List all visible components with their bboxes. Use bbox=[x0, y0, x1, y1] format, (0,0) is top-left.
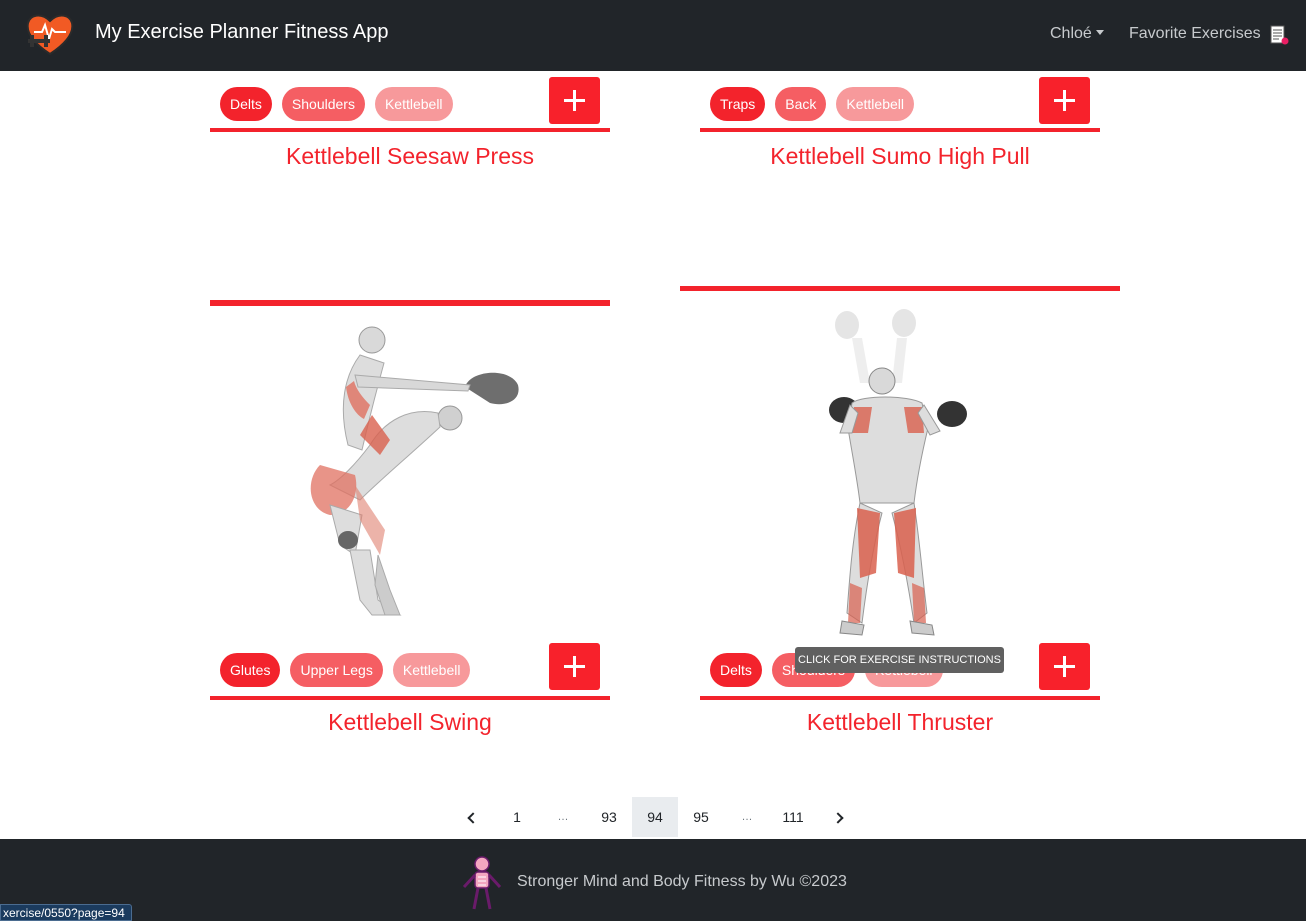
exercise-title[interactable]: Kettlebell Thruster bbox=[700, 709, 1100, 736]
footer: Stronger Mind and Body Fitness by Wu ©20… bbox=[0, 839, 1306, 921]
exercise-card: Delts Shoulders Kettlebell Kettlebell Se… bbox=[210, 77, 610, 197]
user-dropdown[interactable]: Chloé bbox=[1050, 25, 1104, 43]
divider bbox=[210, 696, 610, 700]
page-link-current[interactable]: 94 bbox=[632, 797, 678, 837]
add-favorite-button[interactable] bbox=[1039, 643, 1090, 690]
divider bbox=[700, 696, 1100, 700]
page-ellipsis: … bbox=[557, 811, 569, 823]
divider bbox=[210, 128, 610, 132]
muscle-tags: Glutes Upper Legs Kettlebell bbox=[220, 653, 471, 687]
tag-target[interactable]: Delts bbox=[710, 653, 762, 687]
exercise-illustration[interactable] bbox=[300, 315, 530, 625]
exercise-title[interactable]: Kettlebell Swing bbox=[210, 709, 610, 736]
add-favorite-button[interactable] bbox=[549, 643, 600, 690]
add-favorite-button[interactable] bbox=[549, 77, 600, 124]
add-favorite-button[interactable] bbox=[1039, 77, 1090, 124]
tag-body-part[interactable]: Back bbox=[775, 87, 827, 121]
skeleton-figure-icon bbox=[462, 856, 502, 910]
exercise-card: Glutes Upper Legs Kettlebell Kettlebell … bbox=[210, 643, 610, 753]
exercise-title[interactable]: Kettlebell Seesaw Press bbox=[210, 143, 610, 170]
chevron-left-icon bbox=[466, 812, 479, 824]
top-navbar: My Exercise Planner Fitness App Chloé Fa… bbox=[0, 0, 1306, 71]
page-link[interactable]: 93 bbox=[586, 797, 632, 837]
previous-page-button[interactable] bbox=[448, 797, 494, 837]
exercise-title[interactable]: Kettlebell Sumo High Pull bbox=[700, 143, 1100, 170]
page-link[interactable]: 1 bbox=[494, 797, 540, 837]
user-name: Chloé bbox=[1050, 25, 1092, 42]
exercise-card: Traps Back Kettlebell Kettlebell Sumo Hi… bbox=[700, 77, 1100, 197]
tag-equipment[interactable]: Kettlebell bbox=[374, 87, 453, 121]
tag-equipment[interactable]: Kettlebell bbox=[392, 653, 471, 687]
divider bbox=[700, 128, 1100, 132]
tag-equipment[interactable]: Kettlebell bbox=[836, 87, 914, 121]
chevron-right-icon bbox=[831, 812, 844, 824]
image-top-border bbox=[680, 286, 1120, 291]
muscle-tags: Traps Back Kettlebell bbox=[710, 87, 914, 121]
next-page-button[interactable] bbox=[816, 797, 862, 837]
status-bar-url: xercise/0550?page=94 bbox=[0, 904, 132, 921]
image-top-border bbox=[210, 300, 610, 306]
tag-target[interactable]: Traps bbox=[710, 87, 766, 121]
page-link[interactable]: 95 bbox=[678, 797, 724, 837]
tag-body-part[interactable]: Upper Legs bbox=[290, 653, 383, 687]
caret-down-icon bbox=[1095, 30, 1104, 35]
pagination: 1 … 93 94 95 … 111 bbox=[448, 797, 862, 837]
instructions-tooltip: CLICK FOR EXERCISE INSTRUCTIONS bbox=[795, 647, 1004, 673]
muscle-tags: Delts Shoulders Kettlebell bbox=[220, 87, 453, 121]
page-link[interactable]: 111 bbox=[770, 797, 816, 837]
exercise-illustration[interactable] bbox=[822, 303, 977, 638]
heart-dumbbell-icon[interactable] bbox=[24, 12, 76, 56]
tag-target[interactable]: Glutes bbox=[220, 653, 281, 687]
footer-copyright: Stronger Mind and Body Fitness by Wu ©20… bbox=[517, 873, 847, 890]
app-title[interactable]: My Exercise Planner Fitness App bbox=[95, 21, 388, 44]
favorite-exercises-link[interactable]: Favorite Exercises bbox=[1129, 25, 1261, 43]
tag-target[interactable]: Delts bbox=[220, 87, 272, 121]
page-ellipsis: … bbox=[741, 811, 753, 823]
tag-body-part[interactable]: Shoulders bbox=[281, 87, 365, 121]
clipboard-list-icon[interactable] bbox=[1268, 24, 1290, 46]
